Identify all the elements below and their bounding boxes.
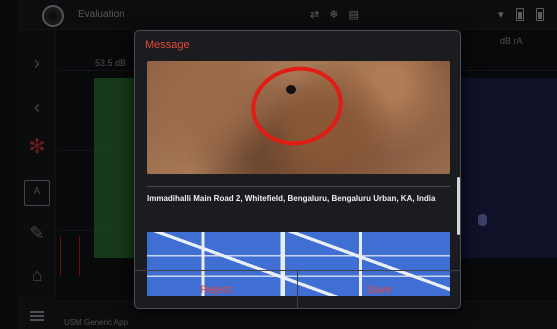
- divider: [147, 186, 450, 187]
- scrollbar[interactable]: [457, 177, 460, 235]
- message-dialog: Message Immadihalli Main Road 2, Whitefi…: [134, 30, 461, 309]
- dialog-actions: Reject Save: [135, 270, 460, 309]
- dialog-title: Message: [145, 39, 190, 51]
- defect-circle: [243, 58, 351, 154]
- app-window: Evaluation ⇄ ❄ ▤ ▾ › ‹ ✻ A ✎ ⌂ 53.5 dB d…: [0, 0, 557, 329]
- defect-spot: [286, 85, 296, 94]
- save-button[interactable]: Save: [297, 271, 460, 309]
- reject-button[interactable]: Reject: [135, 271, 297, 309]
- location-address: Immadihalli Main Road 2, Whitefield, Ben…: [147, 194, 436, 203]
- inspection-photo: [147, 58, 450, 174]
- dialog-body: Immadihalli Main Road 2, Whitefield, Ben…: [147, 58, 450, 296]
